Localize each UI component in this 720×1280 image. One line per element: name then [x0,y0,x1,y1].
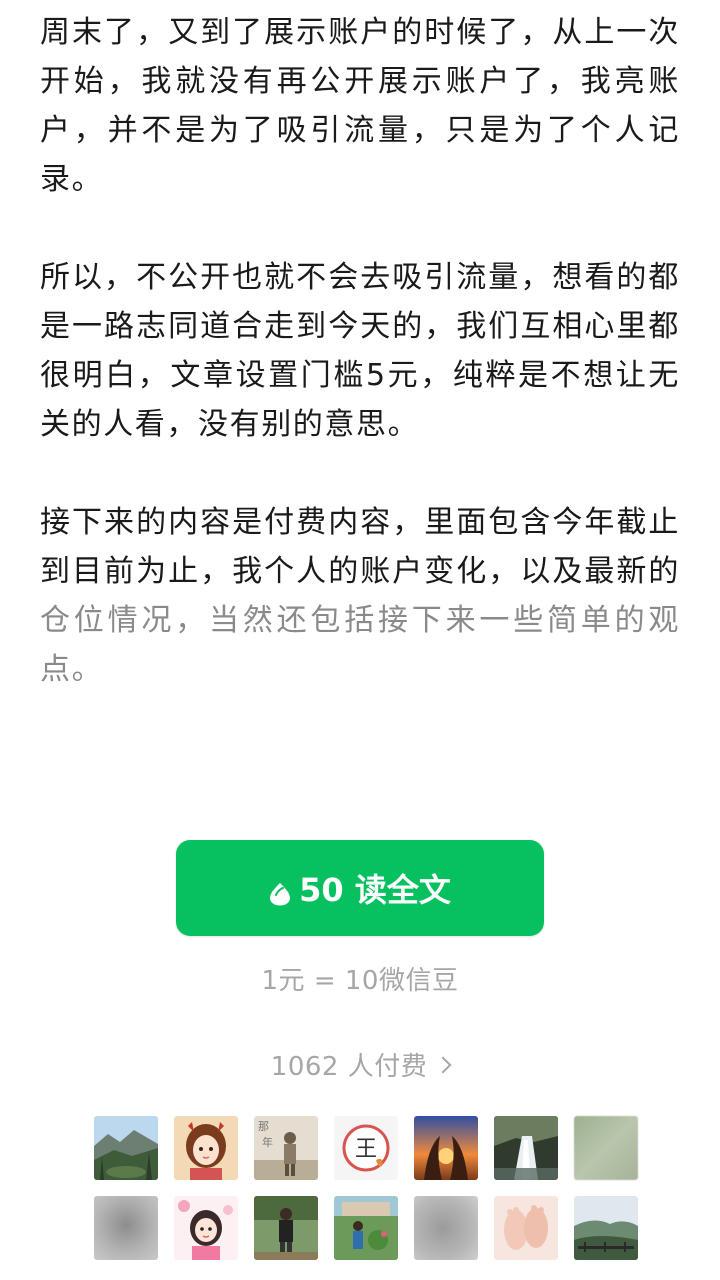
svg-text:年: 年 [262,1135,273,1149]
payer-avatar[interactable] [94,1116,158,1180]
payer-avatar[interactable] [414,1196,478,1260]
payer-avatar[interactable] [574,1196,638,1260]
payer-avatar[interactable] [174,1116,238,1180]
article-paragraph: 所以，不公开也就不会去吸引流量，想看的都是一路志同道合走到今天的，我们互相心里都… [40,260,680,442]
payer-avatar[interactable] [574,1116,638,1180]
svg-text:那: 那 [258,1120,269,1133]
chevron-right-icon [434,1056,452,1073]
read-full-article-label: 50 读全文 [299,871,451,909]
article-paragraph-faded-text: 仓位情况，当然还包括接下来一些简单的观点。 [40,603,680,687]
article-paragraph-preview: 接下来的内容是付费内容，里面包含今年截止到目前为止，我个人的账户变化，以及最新的… [40,498,680,694]
payer-avatar[interactable] [174,1196,238,1260]
svg-text:王: 王 [355,1137,377,1162]
exchange-rate-text: 1元 = 10微信豆 [261,966,459,996]
payer-avatar[interactable] [94,1196,158,1260]
article-body: 周末了，又到了展示账户的时候了，从上一次开始，我就没有再公开展示账户了，我亮账户… [40,8,680,694]
payer-avatar[interactable] [254,1196,318,1260]
payer-avatar[interactable]: 王 [334,1116,398,1180]
payer-avatar-grid: 那 年 王 [94,1116,638,1260]
payers-count-link[interactable]: 1062 人付费 [0,1046,720,1083]
payers-count-label: 1062 人付费 [270,1052,428,1082]
payer-avatar[interactable] [494,1116,558,1180]
article-paragraph-text: 接下来的内容是付费内容，里面包含今年截止到目前为止，我个人的账户变化，以及最新的 [40,505,680,589]
payer-avatar[interactable]: 那 年 [254,1116,318,1180]
payer-avatar[interactable] [494,1196,558,1260]
payer-avatar[interactable] [334,1196,398,1260]
read-full-article-button[interactable]: 50 读全文 [176,840,544,936]
wechat-bean-icon [269,876,291,906]
payer-avatar[interactable] [414,1116,478,1180]
article-paragraph: 周末了，又到了展示账户的时候了，从上一次开始，我就没有再公开展示账户了，我亮账户… [40,15,680,197]
